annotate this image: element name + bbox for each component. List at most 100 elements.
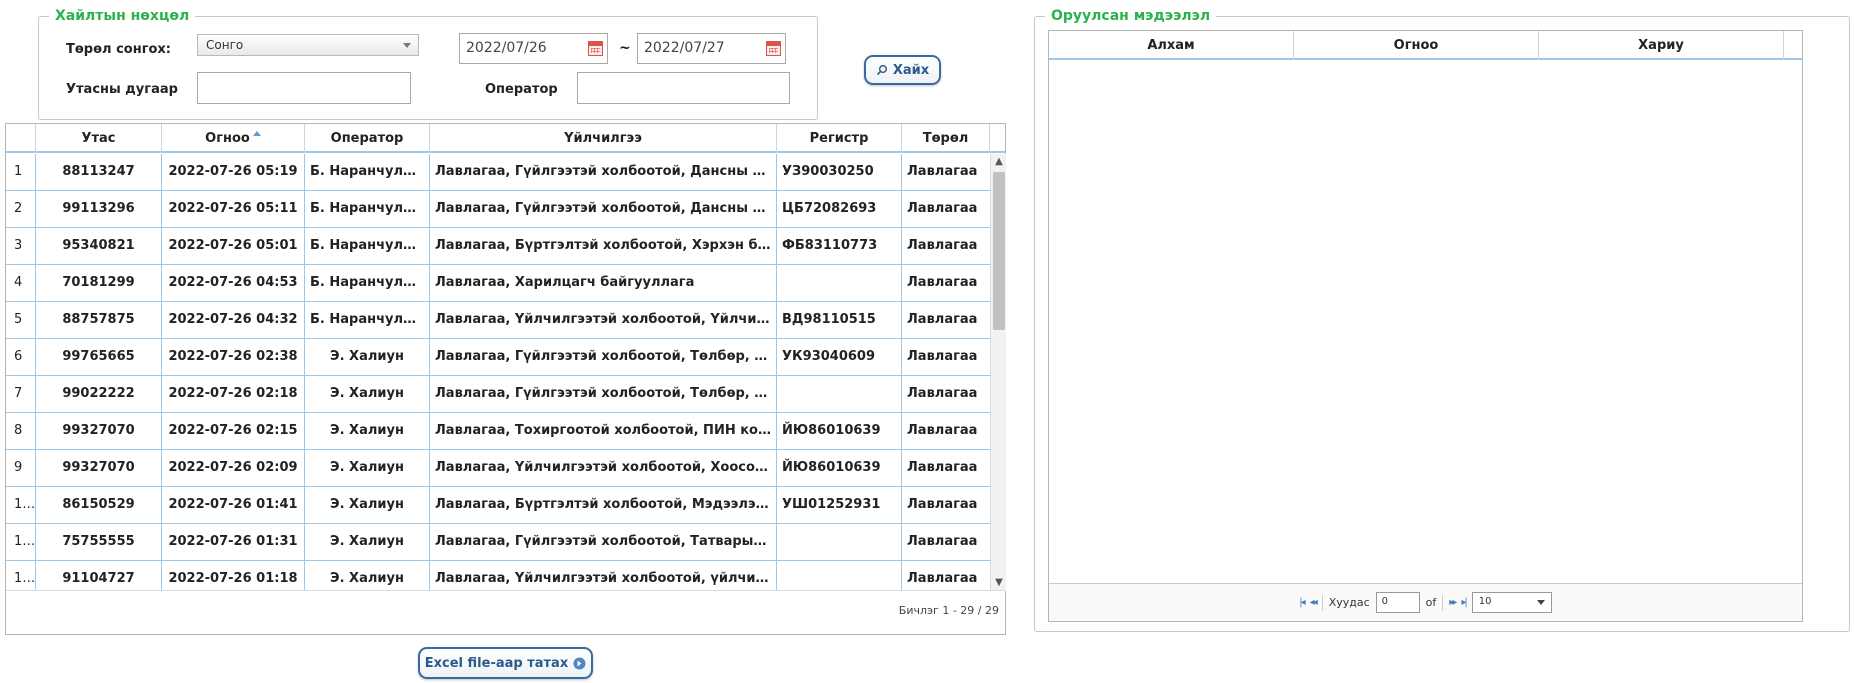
operator-cell: Б. Наранчулуун — [305, 302, 430, 339]
scroll-up-icon[interactable]: ▲ — [994, 157, 1004, 167]
table-row[interactable]: 8 99327070 2022-07-26 02:15 Э. Халиун Ла… — [6, 413, 990, 450]
operator-cell: Э. Халиун — [305, 376, 430, 413]
row-number: 2 — [6, 191, 36, 228]
table-row[interactable]: 1 88113247 2022-07-26 05:19 Б. Наранчулу… — [6, 154, 990, 191]
date-to-field[interactable]: 2022/07/27 — [637, 33, 786, 64]
page-size-select[interactable]: 10 — [1471, 592, 1552, 613]
row-number: 5 — [6, 302, 36, 339]
page-label: Хуудас — [1328, 596, 1370, 609]
type-cell: Лавлагаа — [907, 460, 978, 475]
date-cell: 2022-07-26 02:18 — [162, 376, 305, 413]
date-cell: 2022-07-26 01:41 — [162, 487, 305, 524]
pager-divider — [1321, 594, 1323, 611]
table-row[interactable]: 6 99765665 2022-07-26 02:38 Э. Халиун Ла… — [6, 339, 990, 376]
table-row[interactable]: 4 70181299 2022-07-26 04:53 Б. Наранчулу… — [6, 265, 990, 302]
table-row[interactable]: 10 86150529 2022-07-26 01:41 Э. Халиун Л… — [6, 487, 990, 524]
date-cell: 2022-07-26 02:38 — [162, 339, 305, 376]
service-cell: Лавлагаа, Харилцагч байгууллага — [430, 265, 777, 302]
register-cell: УК93040609 — [777, 339, 902, 376]
page-number-input[interactable]: 0 — [1375, 592, 1420, 613]
phone-cell: 99113296 — [36, 191, 162, 228]
table-row[interactable]: 11 75755555 2022-07-26 01:31 Э. Халиун Л… — [6, 524, 990, 561]
operator-cell: Б. Наранчулуун — [305, 228, 430, 265]
page-of-label: of — [1425, 596, 1437, 609]
search-button[interactable]: Хайх — [864, 55, 941, 85]
phone-cell: 75755555 — [36, 524, 162, 561]
phone-cell: 99765665 — [36, 339, 162, 376]
register-cell: УЗ90030250 — [777, 154, 902, 191]
record-count: Бичлэг 1 - 29 / 29 — [898, 604, 999, 617]
row-number: 7 — [6, 376, 36, 413]
operator-cell: Э. Халиун — [305, 450, 430, 487]
register-cell — [777, 376, 902, 413]
service-cell: Лавлагаа, Гүйлгээтэй холбоотой, Дансны д… — [430, 154, 777, 191]
entered-info-legend: Оруулсан мэдээлэл — [1051, 8, 1211, 24]
next-page-icon[interactable]: ▸▸ — [1449, 597, 1457, 608]
service-cell: Лавлагаа, Үйлчилгээтэй холбоотой, Хоосон… — [430, 450, 777, 487]
phone-input[interactable] — [197, 72, 411, 104]
export-excel-button[interactable]: Excel file-аар татах — [418, 647, 593, 679]
scrollbar-thumb[interactable] — [993, 172, 1005, 330]
calendar-icon[interactable] — [766, 41, 781, 56]
operator-cell: Э. Халиун — [305, 524, 430, 561]
date-cell: 2022-07-26 02:09 — [162, 450, 305, 487]
phone-cell: 88113247 — [36, 154, 162, 191]
col-header-date[interactable]: Огноо — [162, 124, 305, 153]
chevron-down-icon — [403, 43, 411, 48]
col-header-date-label: Огноо — [205, 131, 250, 146]
last-page-icon[interactable]: ▸| — [1461, 597, 1468, 608]
search-button-label: Хайх — [892, 62, 930, 78]
table-row[interactable]: 2 99113296 2022-07-26 05:11 Б. Наранчулу… — [6, 191, 990, 228]
row-number: 6 — [6, 339, 36, 376]
date-cell: 2022-07-26 05:11 — [162, 191, 305, 228]
table-row[interactable]: 5 88757875 2022-07-26 04:32 Б. Наранчулу… — [6, 302, 990, 339]
operator-input[interactable] — [577, 72, 790, 104]
row-number: 3 — [6, 228, 36, 265]
row-number: 12 — [6, 561, 36, 591]
table-row[interactable]: 7 99022222 2022-07-26 02:18 Э. Халиун Ла… — [6, 376, 990, 413]
service-cell: Лавлагаа, Гүйлгээтэй холбоотой, Татварын… — [430, 524, 777, 561]
scroll-down-icon[interactable]: ▼ — [994, 578, 1004, 588]
table-row[interactable]: 12 91104727 2022-07-26 01:18 Э. Халиун Л… — [6, 561, 990, 591]
operator-cell: Б. Наранчулуун — [305, 154, 430, 191]
operator-cell: Б. Наранчулуун — [305, 191, 430, 228]
type-cell: Лавлагаа — [907, 312, 978, 327]
table-row[interactable]: 3 95340821 2022-07-26 05:01 Б. Наранчулу… — [6, 228, 990, 265]
service-cell: Лавлагаа, Гүйлгээтэй холбоотой, Төлбөр, … — [430, 339, 777, 376]
date-from-field[interactable]: 2022/07/26 — [459, 33, 608, 64]
date-cell: 2022-07-26 01:18 — [162, 561, 305, 591]
type-select-value: Сонго — [206, 38, 244, 52]
col-header-step[interactable]: Алхам — [1049, 31, 1294, 60]
date-range-separator: ~ — [619, 40, 631, 56]
table-row[interactable]: 9 99327070 2022-07-26 02:09 Э. Халиун Ла… — [6, 450, 990, 487]
col-header-operator[interactable]: Оператор — [305, 124, 430, 153]
col-header-answer[interactable]: Хариу — [1539, 31, 1784, 60]
pager-divider — [1442, 594, 1444, 611]
col-header-phone[interactable]: Утас — [36, 124, 162, 153]
col-header-register[interactable]: Регистр — [777, 124, 902, 153]
prev-page-icon[interactable]: ◂◂ — [1310, 597, 1318, 608]
register-cell: ЦБ72082693 — [777, 191, 902, 228]
service-cell: Лавлагаа, Үйлчилгээтэй холбоотой, Үйлчил… — [430, 302, 777, 339]
phone-cell: 88757875 — [36, 302, 162, 339]
phone-cell: 99327070 — [36, 413, 162, 450]
register-cell: ФБ83110773 — [777, 228, 902, 265]
type-cell: Лавлагаа — [907, 497, 978, 512]
col-header-service[interactable]: Үйлчилгээ — [430, 124, 777, 153]
col-header-type[interactable]: Төрөл — [902, 124, 990, 153]
phone-cell: 86150529 — [36, 487, 162, 524]
phone-cell: 91104727 — [36, 561, 162, 591]
phone-cell: 99327070 — [36, 450, 162, 487]
register-cell: ЙЮ86010639 — [777, 413, 902, 450]
type-cell: Лавлагаа — [907, 164, 978, 179]
results-vertical-scrollbar[interactable]: ▲ ▼ — [990, 154, 1006, 591]
first-page-icon[interactable]: |◂ — [1299, 597, 1306, 608]
type-select[interactable]: Сонго — [197, 34, 419, 56]
calendar-icon[interactable] — [588, 41, 603, 56]
col-header-date[interactable]: Огноо — [1294, 31, 1539, 60]
service-cell: Лавлагаа, Гүйлгээтэй холбоотой, Төлбөр, … — [430, 376, 777, 413]
sort-ascending-icon — [252, 131, 261, 136]
operator-cell: Э. Халиун — [305, 413, 430, 450]
register-cell: ВД98110515 — [777, 302, 902, 339]
date-cell: 2022-07-26 01:31 — [162, 524, 305, 561]
